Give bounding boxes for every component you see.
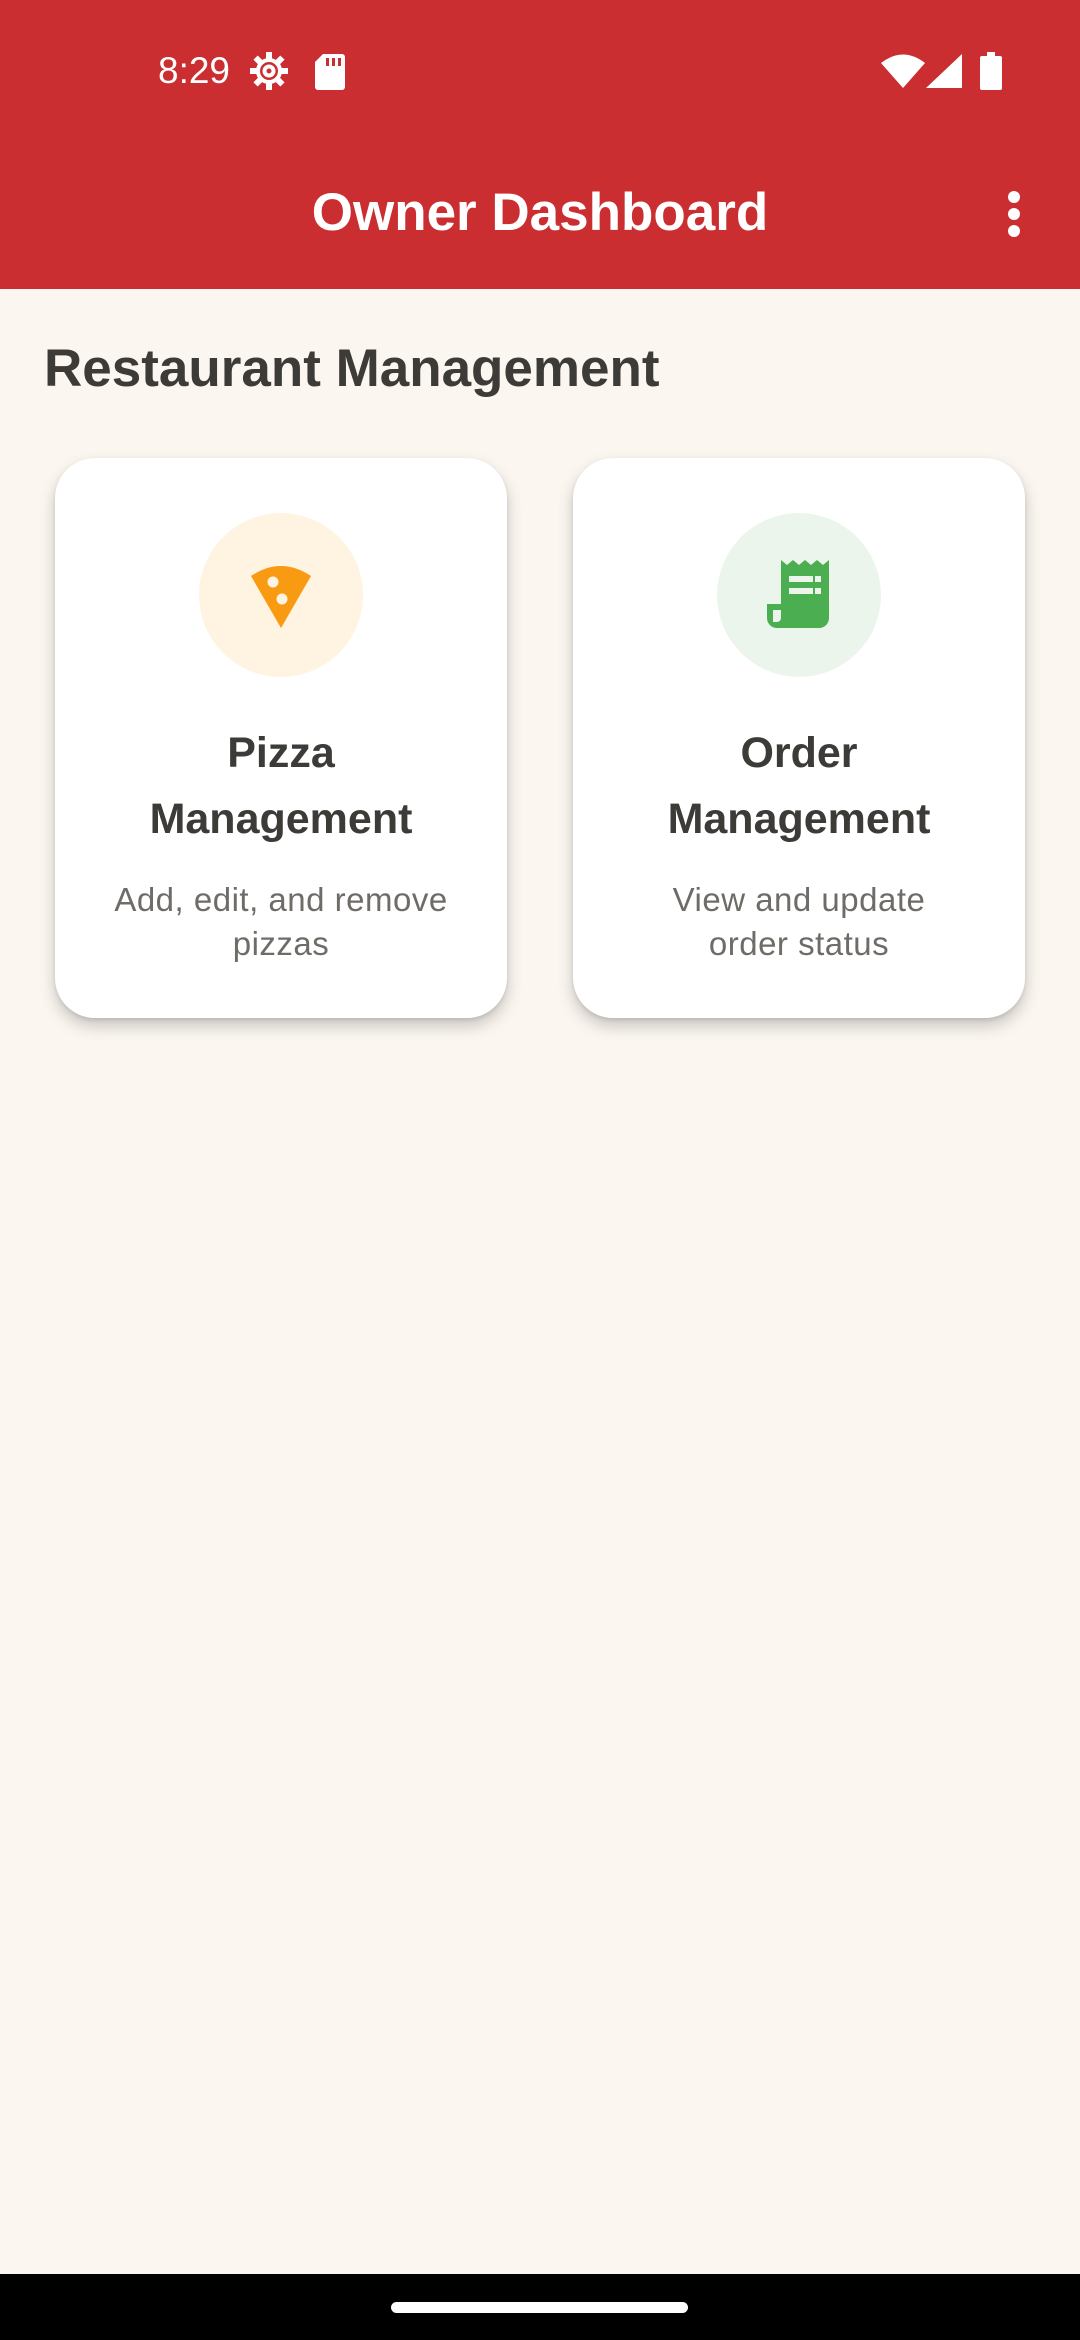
card-description-line: order status <box>708 925 890 962</box>
pizza-slice-icon <box>251 566 311 628</box>
order-management-card[interactable]: Order Management View and update order s… <box>573 458 1025 1018</box>
battery-icon <box>980 52 1002 90</box>
sd-card-icon <box>315 54 345 90</box>
page-title: Owner Dashboard <box>311 183 769 242</box>
overflow-menu-button[interactable] <box>984 172 1044 256</box>
card-title-line: Order <box>740 729 858 777</box>
card-title-line: Management <box>667 795 931 843</box>
card-description-line: Add, edit, and remove <box>114 881 448 918</box>
pizza-management-card[interactable]: Pizza Management Add, edit, and remove p… <box>55 458 507 1018</box>
card-title-line: Management <box>149 795 413 843</box>
card-description-line: pizzas <box>232 925 330 962</box>
status-time: 8:29 <box>158 50 231 91</box>
card-description-line: View and update <box>672 881 926 918</box>
more-vert-icon <box>1008 191 1020 237</box>
cell-signal-icon <box>926 54 962 88</box>
status-bar: 8:29 <box>0 0 1080 142</box>
card-title-line: Pizza <box>227 729 335 777</box>
order-icon-badge <box>717 513 881 677</box>
card-description: Add, edit, and remove pizzas <box>85 878 477 966</box>
home-gesture-handle[interactable] <box>391 2302 688 2313</box>
settings-gear-icon <box>250 52 288 90</box>
card-title: Pizza Management <box>85 720 477 852</box>
pizza-icon-badge <box>199 513 363 677</box>
app-bar: 8:29 Owner Dashboard <box>0 0 1080 289</box>
wifi-icon <box>881 54 925 88</box>
section-title: Restaurant Management <box>44 339 660 398</box>
card-description: View and update order status <box>603 878 995 966</box>
card-title: Order Management <box>603 720 995 852</box>
receipt-icon <box>767 560 829 628</box>
